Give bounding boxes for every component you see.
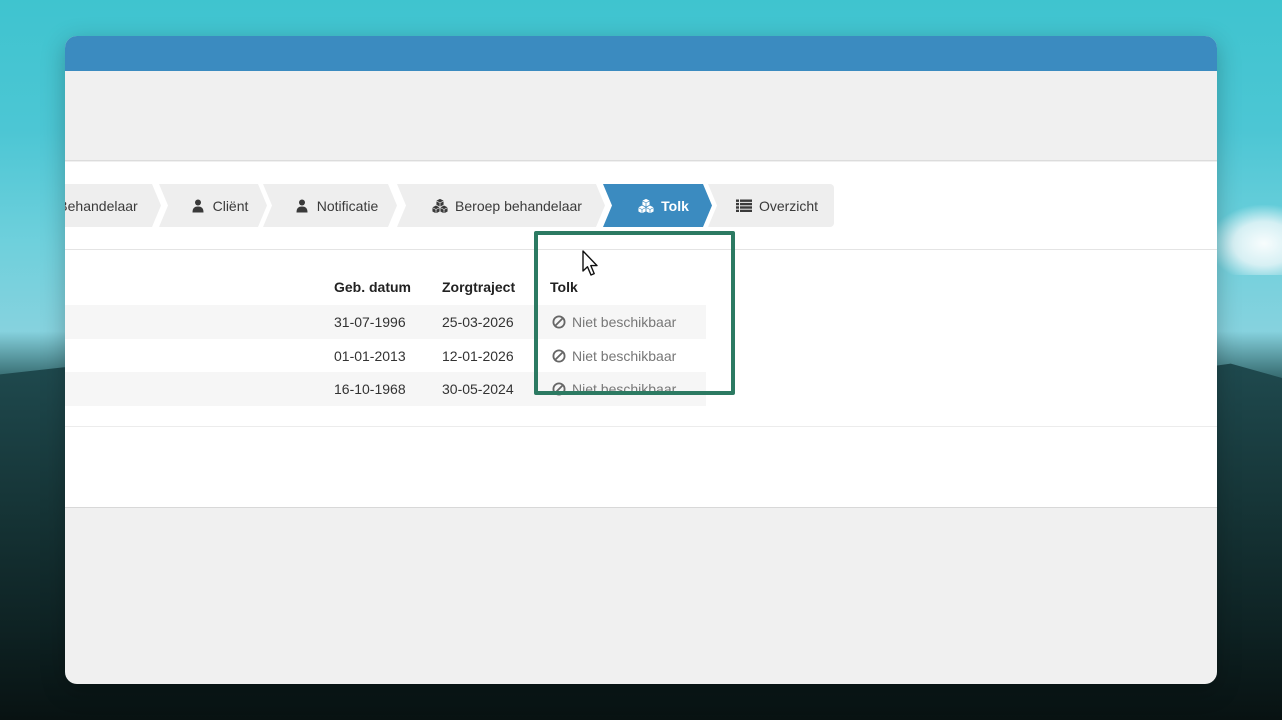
cell-tolk: Niet beschikbaar bbox=[552, 372, 676, 406]
step-label: Tolk bbox=[661, 197, 689, 214]
toolbar bbox=[65, 71, 1217, 161]
column-header-geb-datum[interactable]: Geb. datum bbox=[334, 278, 411, 296]
step-tolk[interactable]: Tolk bbox=[603, 184, 712, 227]
tolk-status: Niet beschikbaar bbox=[572, 381, 677, 397]
cell-tolk: Niet beschikbaar bbox=[552, 305, 676, 339]
user-icon bbox=[190, 198, 206, 214]
step-notificatie[interactable]: Notificatie bbox=[263, 184, 397, 227]
step-label: Notificatie bbox=[316, 197, 379, 214]
ban-icon bbox=[552, 382, 566, 396]
step-behandelaar[interactable]: Behandelaar bbox=[65, 184, 161, 227]
step-client[interactable]: Cliënt bbox=[159, 184, 267, 227]
step-overzicht[interactable]: Overzicht bbox=[708, 184, 834, 227]
cell-geb-datum: 16-10-1968 bbox=[334, 381, 406, 397]
table-row[interactable]: 16-10-1968 30-05-2024 Niet beschikbaar bbox=[65, 372, 706, 406]
cell-tolk: Niet beschikbaar bbox=[552, 339, 676, 373]
main-content: Behandelaar Cliënt Notificatie Beroep be… bbox=[65, 162, 1217, 508]
ban-icon bbox=[552, 315, 566, 329]
background-cloud bbox=[1210, 205, 1282, 275]
list-icon bbox=[735, 198, 752, 214]
cell-zorgtraject: 25-03-2026 bbox=[442, 314, 514, 330]
step-label: Cliënt bbox=[212, 197, 249, 214]
step-beroep-behandelaar[interactable]: Beroep behandelaar bbox=[397, 184, 605, 227]
cell-geb-datum: 01-01-2013 bbox=[334, 348, 406, 364]
divider bbox=[65, 249, 1217, 250]
user-icon bbox=[294, 198, 310, 214]
title-bar bbox=[65, 36, 1217, 71]
step-label: Beroep behandelaar bbox=[455, 197, 582, 214]
cubes-icon bbox=[638, 198, 654, 214]
divider bbox=[65, 426, 1217, 427]
column-header-zorgtraject[interactable]: Zorgtraject bbox=[442, 278, 515, 296]
step-label: Behandelaar bbox=[65, 197, 138, 214]
cubes-icon bbox=[432, 198, 448, 214]
mouse-cursor-icon bbox=[582, 250, 598, 276]
tolk-status: Niet beschikbaar bbox=[572, 314, 677, 330]
app-window: Behandelaar Cliënt Notificatie Beroep be… bbox=[65, 36, 1217, 684]
table-row[interactable]: 01-01-2013 12-01-2026 Niet beschikbaar bbox=[65, 339, 706, 373]
cell-zorgtraject: 30-05-2024 bbox=[442, 381, 514, 397]
ban-icon bbox=[552, 349, 566, 363]
cell-zorgtraject: 12-01-2026 bbox=[442, 348, 514, 364]
tolk-status: Niet beschikbaar bbox=[572, 348, 677, 364]
cell-geb-datum: 31-07-1996 bbox=[334, 314, 406, 330]
table-row[interactable]: 31-07-1996 25-03-2026 Niet beschikbaar bbox=[65, 305, 706, 339]
column-header-tolk[interactable]: Tolk bbox=[550, 278, 578, 296]
step-label: Overzicht bbox=[758, 197, 819, 214]
